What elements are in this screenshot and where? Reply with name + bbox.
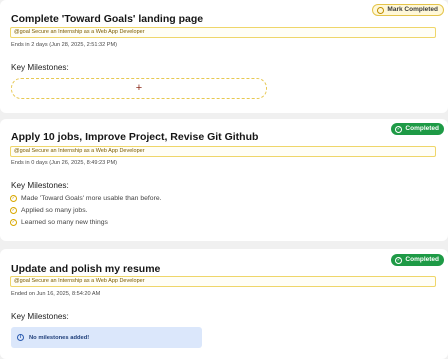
completed-label: Completed — [405, 255, 439, 263]
mark-completed-label: Mark Completed — [387, 5, 438, 13]
check-circle-icon: ✓ — [395, 125, 403, 133]
add-milestone-button[interactable]: + — [11, 78, 267, 99]
check-circle-icon: ✓ — [10, 195, 17, 202]
goal-card: Mark Completed Complete 'Toward Goals' l… — [0, 0, 448, 113]
completed-label: Completed — [405, 124, 439, 132]
milestone-text: Learned so many new things — [21, 219, 108, 226]
milestone-item: ✓ Made 'Toward Goals' more usable than b… — [10, 195, 162, 202]
goal-card: ✓ Completed Apply 10 jobs, Improve Proje… — [0, 119, 448, 241]
milestone-text: Applied so many jobs. — [21, 207, 88, 214]
check-circle-icon: ✓ — [10, 207, 17, 214]
goal-tag[interactable]: @goal Secure an Internship as a Web App … — [10, 146, 436, 157]
plus-icon: + — [135, 82, 143, 94]
ended-text: Ended on Jun 16, 2025, 8:54:20 AM — [11, 291, 101, 297]
goal-title: Apply 10 jobs, Improve Project, Revise G… — [11, 131, 259, 143]
milestones-heading: Key Milestones: — [11, 181, 69, 190]
circle-icon — [377, 6, 385, 14]
check-circle-icon: ✓ — [10, 219, 17, 226]
milestone-item: ✓ Learned so many new things — [10, 219, 108, 226]
milestone-text: Made 'Toward Goals' more usable than bef… — [21, 195, 162, 202]
info-icon: i — [17, 334, 24, 341]
goal-title: Update and polish my resume — [11, 263, 161, 275]
milestones-heading: Key Milestones: — [11, 312, 69, 321]
empty-milestones-notice: i No milestones added! — [11, 327, 202, 348]
goal-title: Complete 'Toward Goals' landing page — [11, 13, 204, 25]
empty-message: No milestones added! — [29, 334, 90, 341]
check-circle-icon: ✓ — [395, 256, 403, 264]
deadline-text: Ends in 0 days (Jun 26, 2025, 8:49:23 PM… — [11, 160, 118, 166]
goal-card: ✓ Completed Update and polish my resume … — [0, 249, 448, 359]
milestone-item: ✓ Applied so many jobs. — [10, 207, 88, 214]
goal-tag[interactable]: @goal Secure an Internship as a Web App … — [10, 276, 436, 287]
mark-completed-button[interactable]: Mark Completed — [372, 4, 444, 16]
completed-badge: ✓ Completed — [391, 254, 444, 266]
goal-tag[interactable]: @goal Secure an Internship as a Web App … — [10, 27, 436, 38]
milestones-heading: Key Milestones: — [11, 63, 69, 72]
completed-badge: ✓ Completed — [391, 123, 444, 135]
deadline-text: Ends in 2 days (Jun 28, 2025, 2:51:32 PM… — [11, 42, 118, 48]
